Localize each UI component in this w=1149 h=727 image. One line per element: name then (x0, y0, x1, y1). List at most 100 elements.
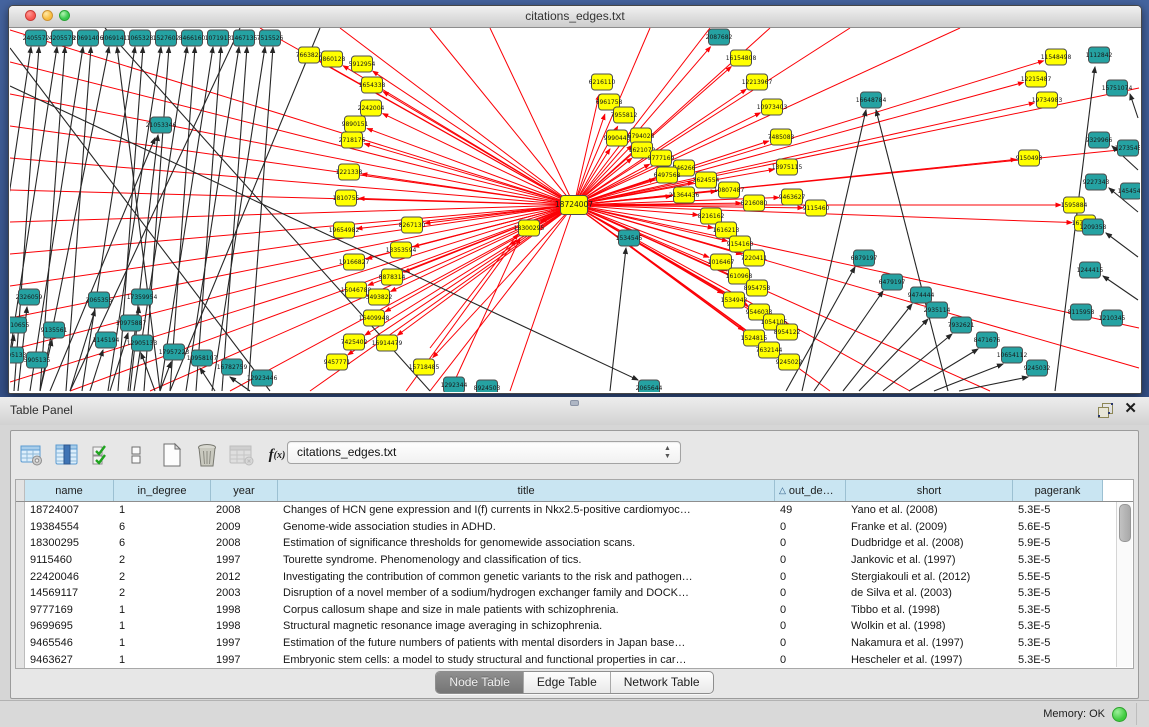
new-table-icon[interactable] (159, 442, 185, 468)
node-label: 9474444 (908, 292, 935, 299)
node-label: 11548498 (1041, 54, 1072, 61)
column-header-indegree[interactable]: in_degree (114, 480, 211, 501)
node-label: 9990443 (604, 135, 631, 142)
cell: 0 (775, 537, 846, 549)
cell: 2008 (211, 537, 278, 549)
columns-icon[interactable] (124, 442, 150, 468)
edge (70, 310, 95, 391)
node-label: 18724007 (555, 200, 593, 209)
close-window-button[interactable] (25, 10, 36, 21)
column-header-name[interactable]: name (25, 480, 114, 501)
column-header-outde[interactable]: △out_de… (775, 480, 846, 501)
network-table-select-value: citations_edges.txt (297, 445, 396, 459)
cell: Hescheler et al. (1997) (846, 654, 1013, 666)
edge (909, 349, 978, 391)
table-row[interactable]: 2242004622012Investigating the contribut… (16, 568, 1133, 585)
table-row[interactable]: 1938455462009Genome-wide association stu… (16, 519, 1133, 536)
node-label: 15718485 (409, 364, 440, 371)
delete-table-icon[interactable] (194, 442, 220, 468)
tab-edge-table[interactable]: Edge Table (523, 672, 610, 693)
table-row[interactable]: 1830029562008Estimation of significance … (16, 535, 1133, 552)
cell: 5.6E-5 (1013, 521, 1103, 533)
node-label: 9150493 (1016, 155, 1043, 162)
panel-drag-handle[interactable] (570, 400, 579, 406)
node-label: 19654982 (329, 227, 360, 234)
column-header-title[interactable]: title (278, 480, 775, 501)
node-label: 6961758 (596, 99, 623, 106)
table-row[interactable]: 977716911998Corpus callosum shape and si… (16, 602, 1133, 619)
node-label: 9245032 (1024, 365, 1051, 372)
node-label: 8878314 (379, 274, 406, 281)
table-row[interactable]: 1456911722003Disruption of a novel membe… (16, 585, 1133, 602)
table-row[interactable]: 911546021997Tourette syndrome. Phenomeno… (16, 552, 1133, 569)
column-header-short[interactable]: short (846, 480, 1013, 501)
network-table-select[interactable]: citations_edges.txt ▲▼ (287, 441, 681, 464)
tab-node-table[interactable]: Node Table (436, 672, 523, 693)
node-label: 1534545 (616, 235, 643, 242)
node-label: 5905135 (24, 357, 51, 364)
node-label: 16782759 (217, 364, 248, 371)
scrollbar-thumb[interactable] (1119, 504, 1131, 542)
node-label: 1910655 (10, 322, 30, 329)
node-label: 8924503 (474, 385, 501, 392)
node-label: 1616213 (713, 227, 740, 234)
cell: 0 (775, 604, 846, 616)
cell: 1998 (211, 620, 278, 632)
node-label: 7485083 (768, 134, 795, 141)
table-row[interactable]: 946362711997Embryonic stem cells: a mode… (16, 651, 1133, 668)
cell: 1997 (211, 637, 278, 649)
network-window-titlebar[interactable]: citations_edges.txt (9, 6, 1141, 28)
edge (1103, 276, 1138, 300)
column-header-year[interactable]: year (211, 480, 278, 501)
node-label: 19734983 (1032, 97, 1063, 104)
node-label: 7515526 (257, 35, 284, 42)
import-table-disabled-icon (229, 442, 255, 468)
cell: 5.5E-5 (1013, 571, 1103, 583)
node-label: 8115958 (1068, 309, 1095, 316)
edge (1130, 94, 1138, 118)
node-label: 2405572 (23, 35, 50, 42)
cell: Tourette syndrome. Phenomenology and cla… (278, 554, 775, 566)
edge (383, 92, 574, 205)
cell: 49 (775, 504, 846, 516)
node-label: 2065355 (86, 297, 113, 304)
edge (430, 234, 518, 348)
cell: 1 (114, 504, 211, 516)
table-row[interactable]: 1872400712008Changes of HCN gene express… (16, 502, 1133, 519)
cell: 0 (775, 620, 846, 632)
node-label: 8267130 (399, 222, 426, 229)
table-row[interactable]: 969969511998Structural magnetic resonanc… (16, 618, 1133, 635)
node-label: 1654338 (359, 82, 386, 89)
cell: Corpus callosum shape and size in male p… (278, 604, 775, 616)
cell: 5.3E-5 (1013, 554, 1103, 566)
cell: 14569117 (25, 587, 114, 599)
cell: 22420046 (25, 571, 114, 583)
node-label: 9245022 (776, 359, 803, 366)
cell: 2012 (211, 571, 278, 583)
table-row[interactable]: 946554611997Estimation of the future num… (16, 635, 1133, 652)
edge (859, 319, 928, 391)
tab-network-table[interactable]: Network Table (610, 672, 713, 693)
node-label: 6216080 (741, 200, 768, 207)
row-selection-icon[interactable] (89, 442, 115, 468)
edge (212, 47, 265, 391)
minimize-window-button[interactable] (42, 10, 53, 21)
column-header-pagerank[interactable]: pagerank (1013, 480, 1103, 501)
cell: 2 (114, 587, 211, 599)
float-panel-icon[interactable] (1098, 403, 1113, 417)
cell: 0 (775, 571, 846, 583)
node-label: 16154808 (726, 55, 757, 62)
table-vertical-scrollbar[interactable] (1116, 502, 1132, 667)
node-label: 1221338 (336, 169, 363, 176)
edge (248, 47, 273, 391)
node-label: 9227343 (1083, 179, 1110, 186)
show-column-icon[interactable] (54, 442, 80, 468)
close-panel-icon[interactable]: ✕ (1124, 401, 1137, 417)
network-canvas[interactable]: 1872400718300295766382298601285912954165… (10, 28, 1140, 392)
memory-status-indicator[interactable] (1112, 707, 1127, 722)
zoom-window-button[interactable] (59, 10, 70, 21)
node-label: 16409948 (359, 315, 390, 322)
cell: Estimation of the future numbers of pati… (278, 637, 775, 649)
node-label: 19166827 (339, 259, 370, 266)
table-options-icon[interactable] (19, 442, 45, 468)
